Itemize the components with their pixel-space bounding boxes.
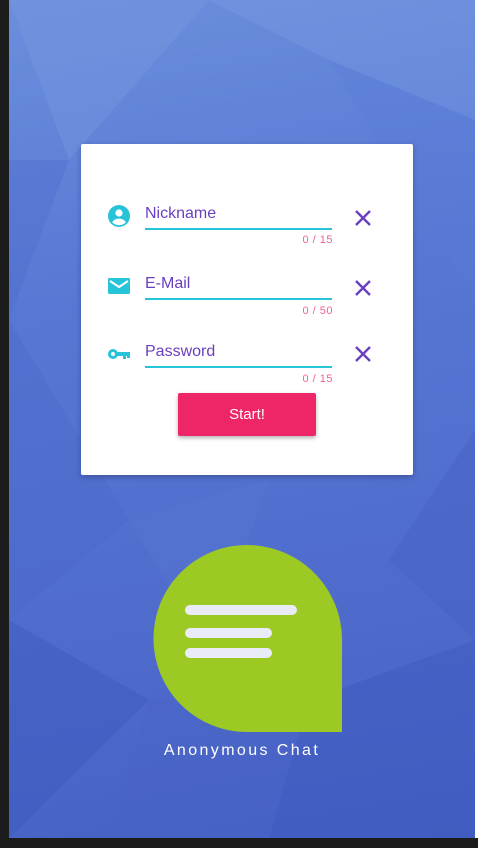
password-counter: 0 / 15	[302, 373, 333, 385]
app-window: Nickname 0 / 15 E-Mail 0 / 50 Password 0…	[0, 0, 478, 848]
email-field: E-Mail 0 / 50	[81, 272, 413, 332]
start-button[interactable]: Start!	[178, 393, 316, 436]
login-card: Nickname 0 / 15 E-Mail 0 / 50 Password 0…	[81, 144, 413, 475]
chat-bubble-icon	[153, 545, 342, 732]
close-icon[interactable]	[351, 276, 375, 300]
nickname-input[interactable]: Nickname	[145, 205, 216, 223]
password-input[interactable]: Password	[145, 343, 215, 361]
app-name: Anonymous Chat	[163, 742, 321, 759]
key-icon	[108, 349, 130, 359]
account-circle-icon	[108, 205, 130, 227]
email-underline	[145, 298, 332, 300]
nickname-field: Nickname 0 / 15	[81, 200, 413, 260]
close-icon[interactable]	[351, 342, 375, 366]
app-screen: Nickname 0 / 15 E-Mail 0 / 50 Password 0…	[9, 0, 475, 838]
email-input[interactable]: E-Mail	[145, 275, 190, 293]
window-edge	[0, 0, 9, 848]
email-icon	[108, 278, 130, 294]
close-icon[interactable]	[351, 206, 375, 230]
nickname-counter: 0 / 15	[302, 234, 333, 246]
nickname-underline	[145, 228, 332, 230]
password-underline	[145, 366, 332, 368]
email-counter: 0 / 50	[302, 305, 333, 317]
window-bottom-edge	[0, 838, 478, 848]
password-field: Password 0 / 15	[81, 340, 413, 400]
